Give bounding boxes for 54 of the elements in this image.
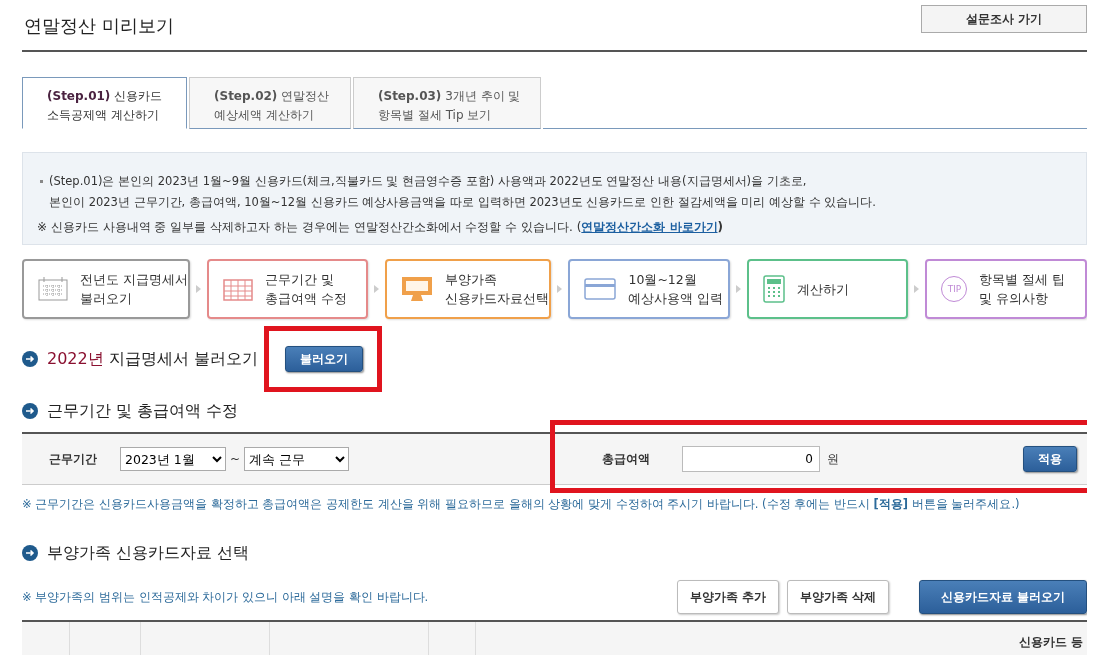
section-title: 부양가족 신용카드자료 선택 bbox=[47, 542, 250, 564]
chevron-icon bbox=[374, 285, 380, 293]
field-label: 총급여액 bbox=[602, 450, 650, 468]
step-label: 계산하기 bbox=[797, 280, 849, 299]
step-card[interactable]: 10월~12월 예상사용액 입력 bbox=[568, 259, 730, 319]
step-card[interactable]: 부양가족 신용카드자료선택 bbox=[385, 259, 552, 319]
info-text: (Step.01)은 본인의 2023년 1월~9월 신용카드(체크,직불카드 및 현금영수증 포함) 사용액과 2022년도 연말정산 내용(지급명세서)을 기초로, bbox=[49, 174, 807, 188]
step-card[interactable]: 계산하기 bbox=[747, 259, 909, 319]
page-title: 연말정산 미리보기 bbox=[24, 14, 174, 38]
end-select[interactable]: 계속 근무 bbox=[244, 447, 350, 471]
start-month-select[interactable]: 2023년 1월 bbox=[120, 447, 226, 471]
step-label: 부양가족 신용카드자료선택 bbox=[445, 271, 550, 308]
step-card[interactable]: 전년도 지급명세서 불러오기 bbox=[22, 259, 190, 319]
apply-button[interactable]: 적용 bbox=[1023, 446, 1077, 472]
chevron-icon bbox=[914, 285, 920, 293]
step-label: 10월~12월 예상사용액 입력 bbox=[628, 271, 724, 308]
calculator-icon bbox=[763, 275, 785, 303]
field-label: 근무기간 bbox=[49, 450, 97, 468]
step-card[interactable]: TIP 항목별 절세 팁 및 유의사항 bbox=[925, 259, 1087, 319]
tilde-text: ~ bbox=[230, 452, 241, 466]
step-label: 항목별 절세 팁 및 유의사항 bbox=[979, 271, 1066, 308]
arrow-circle-icon bbox=[22, 403, 38, 419]
step-tab[interactable]: (Step.01) 신용카드 소득공제액 계산하기 bbox=[22, 77, 187, 129]
note-text: ※ 근무기간은 신용카드사용금액을 확정하고 총급여액은 공제한도 계산을 위해 필요하므로 올해의 상황에 맞게 수정하여 주시기 바랍니다. (수정 후에는 반드시 [적용] 버튼을 눌러주세요.) bbox=[22, 497, 1021, 512]
unit-text: 원 bbox=[827, 450, 839, 468]
arrow-circle-icon bbox=[22, 545, 38, 561]
chevron-icon bbox=[557, 285, 563, 293]
step-label: 근무기간 및 총급여액 수정 bbox=[265, 271, 347, 308]
arrow-circle-icon bbox=[22, 351, 38, 367]
column-header: 신용카드 등 bbox=[1017, 634, 1084, 651]
shortcut-link[interactable]: 연말정산간소화 바로가기 bbox=[581, 220, 718, 234]
survey-button[interactable]: 설문조사 가기 bbox=[921, 5, 1087, 33]
step-label: 전년도 지급명세서 불러오기 bbox=[80, 271, 188, 308]
chevron-icon bbox=[736, 285, 741, 293]
dependent-button[interactable]: 부양가족 삭제 bbox=[786, 580, 889, 614]
step-tab[interactable]: (Step.03) 3개년 추이 및 항목별 절세 Tip 보기 bbox=[353, 77, 541, 129]
monitor-icon bbox=[401, 276, 434, 302]
calendar-icon bbox=[38, 277, 68, 301]
salary-input[interactable]: 0 bbox=[682, 446, 820, 472]
step-card[interactable]: 근무기간 및 총급여액 수정 bbox=[207, 259, 369, 319]
note-text: ※ 부양가족의 범위는 인적공제와 차이가 있으니 아래 설명을 확인 바랍니다. bbox=[22, 589, 430, 605]
dependent-button[interactable]: 부양가족 추가 bbox=[676, 580, 779, 614]
section-title: 근무기간 및 총급여액 수정 bbox=[47, 400, 239, 422]
calendar-icon bbox=[223, 277, 253, 301]
load-button[interactable]: 불러오기 bbox=[284, 346, 363, 372]
card-data-load-button[interactable]: 신용카드자료 불러오기 bbox=[919, 580, 1087, 614]
info-note: ) bbox=[717, 220, 723, 234]
section-title: 2022년 지급명세서 불러오기 bbox=[47, 348, 258, 370]
info-text: 본인이 2023년 근무기간, 총급여액, 10월~12월 신용카드 예상사용금액을 따로 입력하면 2023년도 신용카드로 인한 절감세액을 미리 예상할 수 있습니다. bbox=[49, 195, 876, 209]
step-tab[interactable]: (Step.02) 연말정산 예상세액 계산하기 bbox=[189, 77, 351, 129]
credit-card-icon bbox=[584, 278, 617, 300]
bullet-icon bbox=[40, 180, 43, 183]
info-note: ※ 신용카드 사용내역 중 일부를 삭제하고자 하는 경우에는 연말정산간소화에서 수정할 수 있습니다. ( bbox=[37, 220, 582, 234]
chevron-icon bbox=[196, 285, 201, 293]
